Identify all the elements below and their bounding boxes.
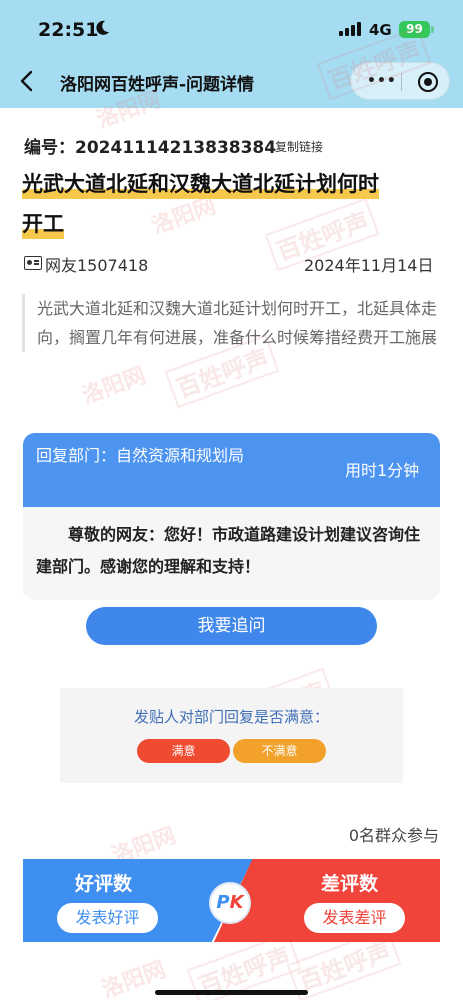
nav-title: 洛阳网百姓呼声-问题详情 xyxy=(60,75,255,95)
reply-header: 回复部门：自然资源和规划局 用时1分钟 xyxy=(23,433,440,507)
home-indicator xyxy=(155,990,308,995)
id-card-icon xyxy=(24,256,42,270)
status-time: 22:51 xyxy=(38,19,99,41)
pk-vote-panel: 好评数 差评数 发表好评 发表差评 PK xyxy=(23,859,440,942)
copy-link-button[interactable]: 复制链接 xyxy=(275,138,323,155)
reply-time-used: 用时1分钟 xyxy=(345,461,420,480)
reply-body: 尊敬的网友：您好！市政道路建设计划建议咨询住建部门。感谢您的理解和支持！ xyxy=(36,525,421,576)
status-bar: 22:51 4G 99 xyxy=(0,0,463,58)
watermark: 洛阳网 xyxy=(78,363,150,410)
pk-badge-k: K xyxy=(229,892,244,913)
reply-card: 回复部门：自然资源和规划局 用时1分钟 尊敬的网友：您好！市政道路建设计划建议咨… xyxy=(23,433,440,600)
post-title-line1: 光武大道北延和汉魏大道北延计划何时 xyxy=(22,170,379,200)
satisfaction-question: 发贴人对部门回复是否满意： xyxy=(133,708,329,726)
author-name: 网友1507418 xyxy=(45,256,149,275)
post-number: 编号：20241114213838384 xyxy=(24,138,277,158)
participants-count: 0名群众参与 xyxy=(348,826,439,845)
moon-icon xyxy=(96,20,109,35)
pk-badge-icon: PK xyxy=(209,882,251,924)
unsatisfied-button[interactable]: 不满意 xyxy=(233,739,326,763)
miniprogram-capsule: ••• xyxy=(350,62,450,100)
satisfied-button[interactable]: 满意 xyxy=(137,739,230,763)
post-bad-review-button[interactable]: 发表差评 xyxy=(304,903,405,933)
post-good-review-button[interactable]: 发表好评 xyxy=(57,903,158,933)
battery-icon: 99 xyxy=(399,21,430,38)
follow-up-button[interactable]: 我要追问 xyxy=(86,607,377,645)
reply-department: 回复部门：自然资源和规划局 xyxy=(36,446,245,465)
bad-review-label: 差评数 xyxy=(321,873,379,895)
satisfaction-panel: 发贴人对部门回复是否满意： 满意 不满意 xyxy=(60,688,403,783)
capsule-divider xyxy=(401,73,402,91)
more-icon[interactable]: ••• xyxy=(367,73,397,89)
post-title-line2: 开工 xyxy=(22,210,64,240)
post-date: 2024年11月14日 xyxy=(304,256,434,275)
battery-tip xyxy=(431,26,434,33)
back-arrow-icon[interactable] xyxy=(14,66,42,96)
post-content: 光武大道北延和汉魏大道北延计划何时开工，北延具体走向，搁置几年有何进展，准备什么… xyxy=(22,294,442,352)
good-review-label: 好评数 xyxy=(75,873,133,895)
close-target-icon[interactable] xyxy=(418,72,438,92)
signal-icon xyxy=(339,22,365,36)
pk-badge-p: P xyxy=(216,892,230,913)
network-type: 4G xyxy=(369,21,392,39)
post-title-text-2: 开工 xyxy=(22,212,64,236)
post-title-text-1: 光武大道北延和汉魏大道北延计划何时 xyxy=(22,172,379,196)
